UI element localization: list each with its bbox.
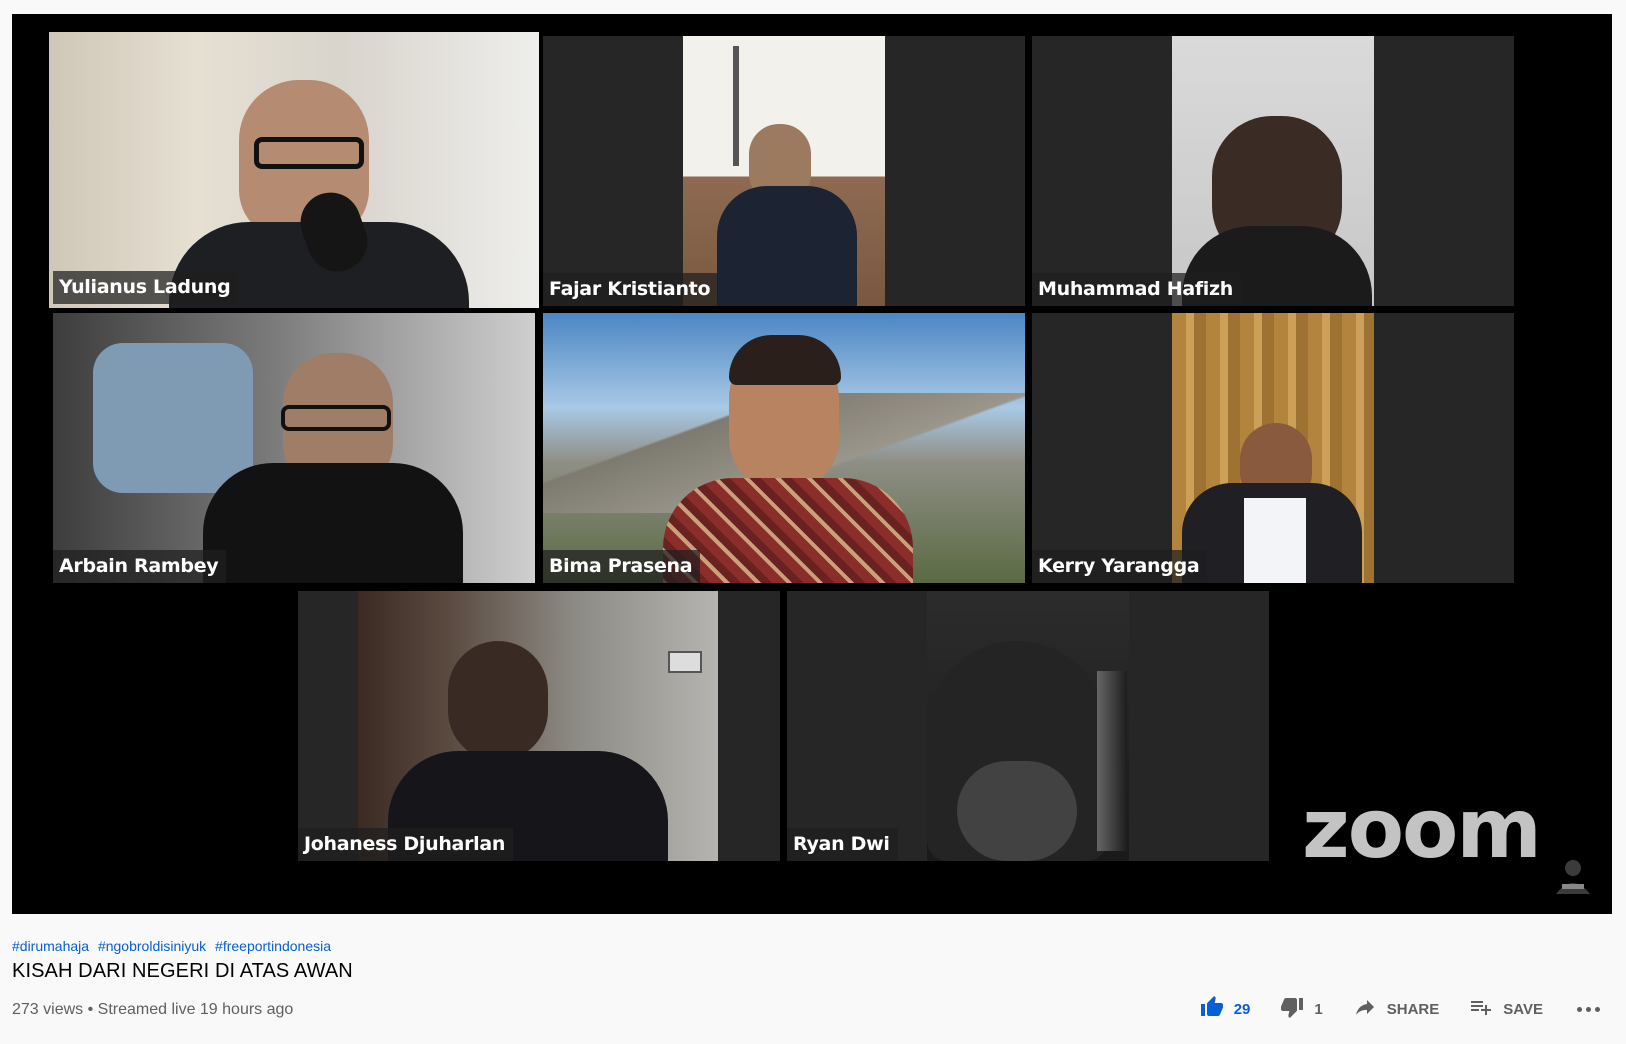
participant-tile-yulianus-ladung: Yulianus Ladung: [49, 32, 539, 308]
participant-video: [49, 32, 539, 308]
dislike-button[interactable]: 1: [1280, 995, 1323, 1023]
participant-name: Johaness Djuharlan: [298, 828, 514, 861]
participant-tile-kerry-yarangga: Kerry Yarangga: [1032, 313, 1514, 583]
more-options-icon[interactable]: [1577, 1006, 1600, 1012]
participant-video: [683, 36, 885, 306]
video-player[interactable]: Yulianus Ladung Fajar Kristianto Muhamma…: [12, 14, 1612, 914]
like-count: 29: [1233, 1000, 1251, 1018]
participant-tile-muhammad-hafizh: Muhammad Hafizh: [1032, 36, 1514, 306]
participant-name: Fajar Kristianto: [543, 273, 719, 306]
share-label: SHARE: [1386, 1000, 1440, 1018]
participant-tile-bima-prasena: Bima Prasena: [543, 313, 1025, 583]
share-arrow-icon: [1353, 995, 1387, 1023]
thumbs-down-icon: [1280, 995, 1314, 1023]
playlist-add-icon: [1469, 995, 1503, 1023]
participant-name: Arbain Rambey: [53, 550, 227, 583]
participant-video: [927, 591, 1129, 861]
participant-name: Yulianus Ladung: [53, 271, 239, 304]
video-title: KISAH DARI NEGERI DI ATAS AWAN: [12, 960, 353, 982]
hashtag-link[interactable]: #dirumahaja: [12, 938, 89, 954]
participant-tile-ryan-dwi: Ryan Dwi: [787, 591, 1269, 861]
participant-video: [1172, 313, 1374, 583]
participant-tile-fajar-kristianto: Fajar Kristianto: [543, 36, 1025, 306]
participant-video: [53, 313, 535, 583]
participant-name: Bima Prasena: [543, 550, 701, 583]
participant-video: [543, 313, 1025, 583]
hashtag-link[interactable]: #freeportindonesia: [215, 938, 331, 954]
hashtag-list: #dirumahaja #ngobroldisiniyuk #freeporti…: [12, 938, 1612, 954]
video-actions: 29 1 SHARE SAVE: [1170, 995, 1600, 1023]
hashtag-link[interactable]: #ngobroldisiniyuk: [98, 938, 206, 954]
participant-video: [358, 591, 718, 861]
video-metadata: #dirumahaja #ngobroldisiniyuk #freeporti…: [12, 938, 1612, 983]
participant-name: Kerry Yarangga: [1032, 550, 1208, 583]
video-stats: 273 views • Streamed live 19 hours ago: [12, 1001, 294, 1018]
participant-tile-johaness-djuharlan: Johaness Djuharlan: [298, 591, 780, 861]
zoom-logo: zoom: [1302, 782, 1542, 877]
dislike-count: 1: [1314, 1000, 1323, 1018]
save-label: SAVE: [1503, 1000, 1543, 1018]
like-button[interactable]: 29: [1200, 995, 1251, 1023]
participant-name: Muhammad Hafizh: [1032, 273, 1242, 306]
participant-tile-arbain-rambey: Arbain Rambey: [53, 313, 535, 583]
share-button[interactable]: SHARE: [1353, 995, 1440, 1023]
save-button[interactable]: SAVE: [1469, 995, 1543, 1023]
participant-name: Ryan Dwi: [787, 828, 898, 861]
thumbs-up-icon: [1200, 995, 1234, 1023]
participant-video: [1172, 36, 1374, 306]
channel-watermark-icon[interactable]: [1552, 854, 1594, 896]
